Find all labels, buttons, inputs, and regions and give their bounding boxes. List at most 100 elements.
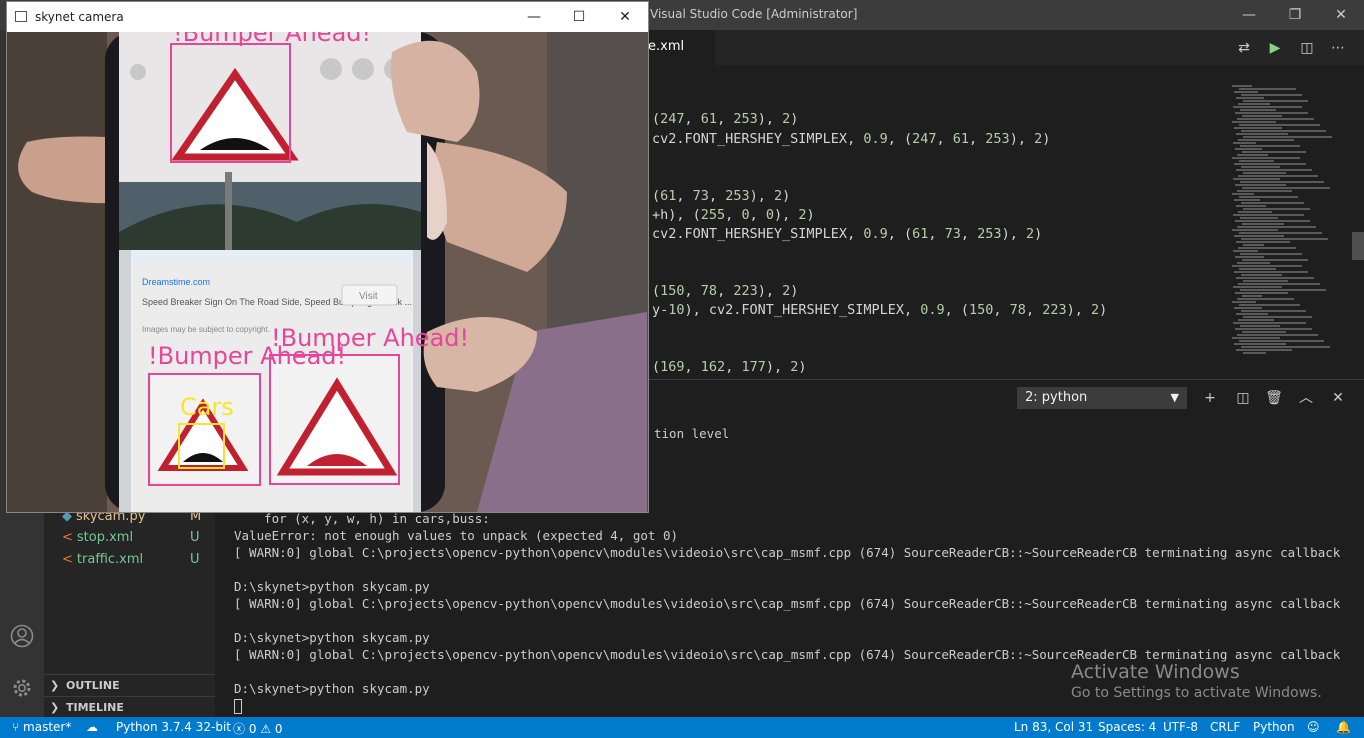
run-icon[interactable]: ▶ [1264,37,1286,59]
more-actions-icon[interactable]: ⋯ [1327,37,1349,59]
interpreter-status[interactable]: Python 3.7.4 32-bit [116,720,231,734]
minimap-line [1232,265,1302,267]
minimap-line [1242,259,1308,261]
minimize-button[interactable]: — [1226,0,1272,30]
chevron-up-icon[interactable]: ︿ [1295,387,1317,409]
minimap-line [1240,109,1276,111]
trash-icon[interactable]: 🗑 [1263,387,1285,409]
account-icon[interactable] [10,624,34,648]
minimap-line [1232,121,1276,123]
minimap-line [1232,229,1278,231]
camera-feed: Dreamstime.com Speed Breaker Sign On The… [7,32,648,512]
minimap-line [1239,268,1276,270]
close-button[interactable]: ✕ [1318,0,1364,30]
outline-section[interactable]: ❯ OUTLINE [44,674,215,696]
detection-label: Cars [180,393,234,421]
minimize-button[interactable]: — [511,2,557,32]
file-item[interactable]: < traffic.xml U [62,552,200,567]
file-item[interactable]: < stop.xml U [62,530,200,545]
minimap-line [1237,118,1314,120]
camera-frame: Dreamstime.com Speed Breaker Sign On The… [7,32,648,512]
minimap-line [1236,313,1268,315]
minimap-line [1241,130,1326,132]
minimap-line [1237,226,1316,228]
minimap-line [1238,139,1294,141]
minimap-line [1232,157,1300,159]
chevron-right-icon: ❯ [50,679,60,692]
notifications-icon[interactable]: 🔔 [1336,720,1351,734]
chevron-right-icon: ❯ [50,701,60,714]
code-line: (150, 78, 223), 2) [652,283,799,299]
indentation[interactable]: Spaces: 4 [1098,720,1156,734]
camera-titlebar[interactable]: skynet camera — ☐ ✕ [7,2,648,32]
compare-changes-icon[interactable]: ⇄ [1233,37,1255,59]
minimap-line [1233,286,1282,288]
code-line: (169, 162, 177), 2) [652,359,807,375]
new-terminal-icon[interactable]: + [1199,387,1221,409]
minimap-line [1243,100,1308,102]
terminal-select[interactable]: 2: python ▼ [1017,387,1187,409]
error-icon: ⓧ [233,722,246,736]
minimap-line [1240,289,1326,291]
terminal-line: D:\skynet>python skycam.py [234,681,430,696]
code-line: cv2.FONT_HERSHEY_SIMPLEX, 0.9, (247, 61,… [652,131,1051,147]
minimap-line [1232,193,1254,195]
minimap-line [1239,304,1300,306]
minimap-line [1241,238,1328,240]
problems-status[interactable]: ⓧ 0 ⚠ 0 [233,720,283,737]
minimap-line [1235,148,1262,150]
minimap-line [1240,217,1278,219]
git-branch-icon: ⑂ [12,720,20,734]
detection-label: !Bumper Ahead! [173,32,371,47]
minimap-line [1238,247,1296,249]
camera-window[interactable]: skynet camera — ☐ ✕ Dreamstime.com Speed… [6,1,649,513]
minimap-line [1233,178,1280,180]
split-editor-icon[interactable]: ◫ [1296,37,1318,59]
minimap-line [1241,346,1330,348]
minimap-line [1235,328,1312,330]
terminal-line: for (x, y, w, h) in cars,buss: [249,511,490,526]
settings-gear-icon[interactable] [10,676,34,700]
minimap-line [1239,232,1322,234]
sync-icon[interactable]: ☁ [86,720,98,734]
split-terminal-icon[interactable]: ◫ [1232,387,1254,409]
close-button[interactable]: ✕ [602,2,648,32]
language-mode[interactable]: Python [1253,720,1295,734]
editor-scrollbar[interactable] [1352,232,1364,260]
minimap-line [1238,103,1270,105]
encoding[interactable]: UTF-8 [1163,720,1198,734]
timeline-section[interactable]: ❯ TIMELINE [44,696,215,718]
terminal-line: tion level [654,426,730,441]
minimap-line [1232,85,1252,87]
code-line: y-10), cv2.FONT_HERSHEY_SIMPLEX, 0.9, (1… [652,302,1108,318]
minimap-line [1234,307,1262,309]
minimap-line [1239,160,1274,162]
feedback-icon[interactable]: ☺ [1307,720,1320,734]
code-line: (61, 73, 253), 2) [652,188,791,204]
minimap-line [1237,154,1268,156]
minimap-line [1237,190,1292,192]
minimap-line [1238,211,1272,213]
restore-button[interactable]: ❐ [1272,0,1318,30]
minimap[interactable] [1232,85,1342,379]
maximize-button[interactable]: ☐ [556,2,602,32]
minimap-line [1232,337,1280,339]
end-of-line[interactable]: CRLF [1210,720,1240,734]
close-panel-icon[interactable]: ✕ [1327,387,1349,409]
phone-visit-button: Visit [359,291,378,302]
minimap-line [1241,166,1280,168]
xml-file-icon: < [62,530,73,545]
minimap-line [1242,223,1284,225]
minimap-line [1234,199,1260,201]
cursor-position[interactable]: Ln 83, Col 31 [1014,720,1093,734]
phone-note-text: Images may be subject to copyright. [142,325,270,334]
git-status-badge: U [190,552,200,567]
minimap-line [1243,172,1286,174]
minimap-line [1242,151,1306,153]
branch-status[interactable]: ⑂ master* [12,720,71,734]
minimap-line [1235,112,1308,114]
minimap-line [1242,331,1286,333]
minimap-line [1243,352,1266,354]
minimap-line [1241,94,1302,96]
activate-windows-watermark: Activate Windows Go to Settings to activ… [1071,661,1322,701]
